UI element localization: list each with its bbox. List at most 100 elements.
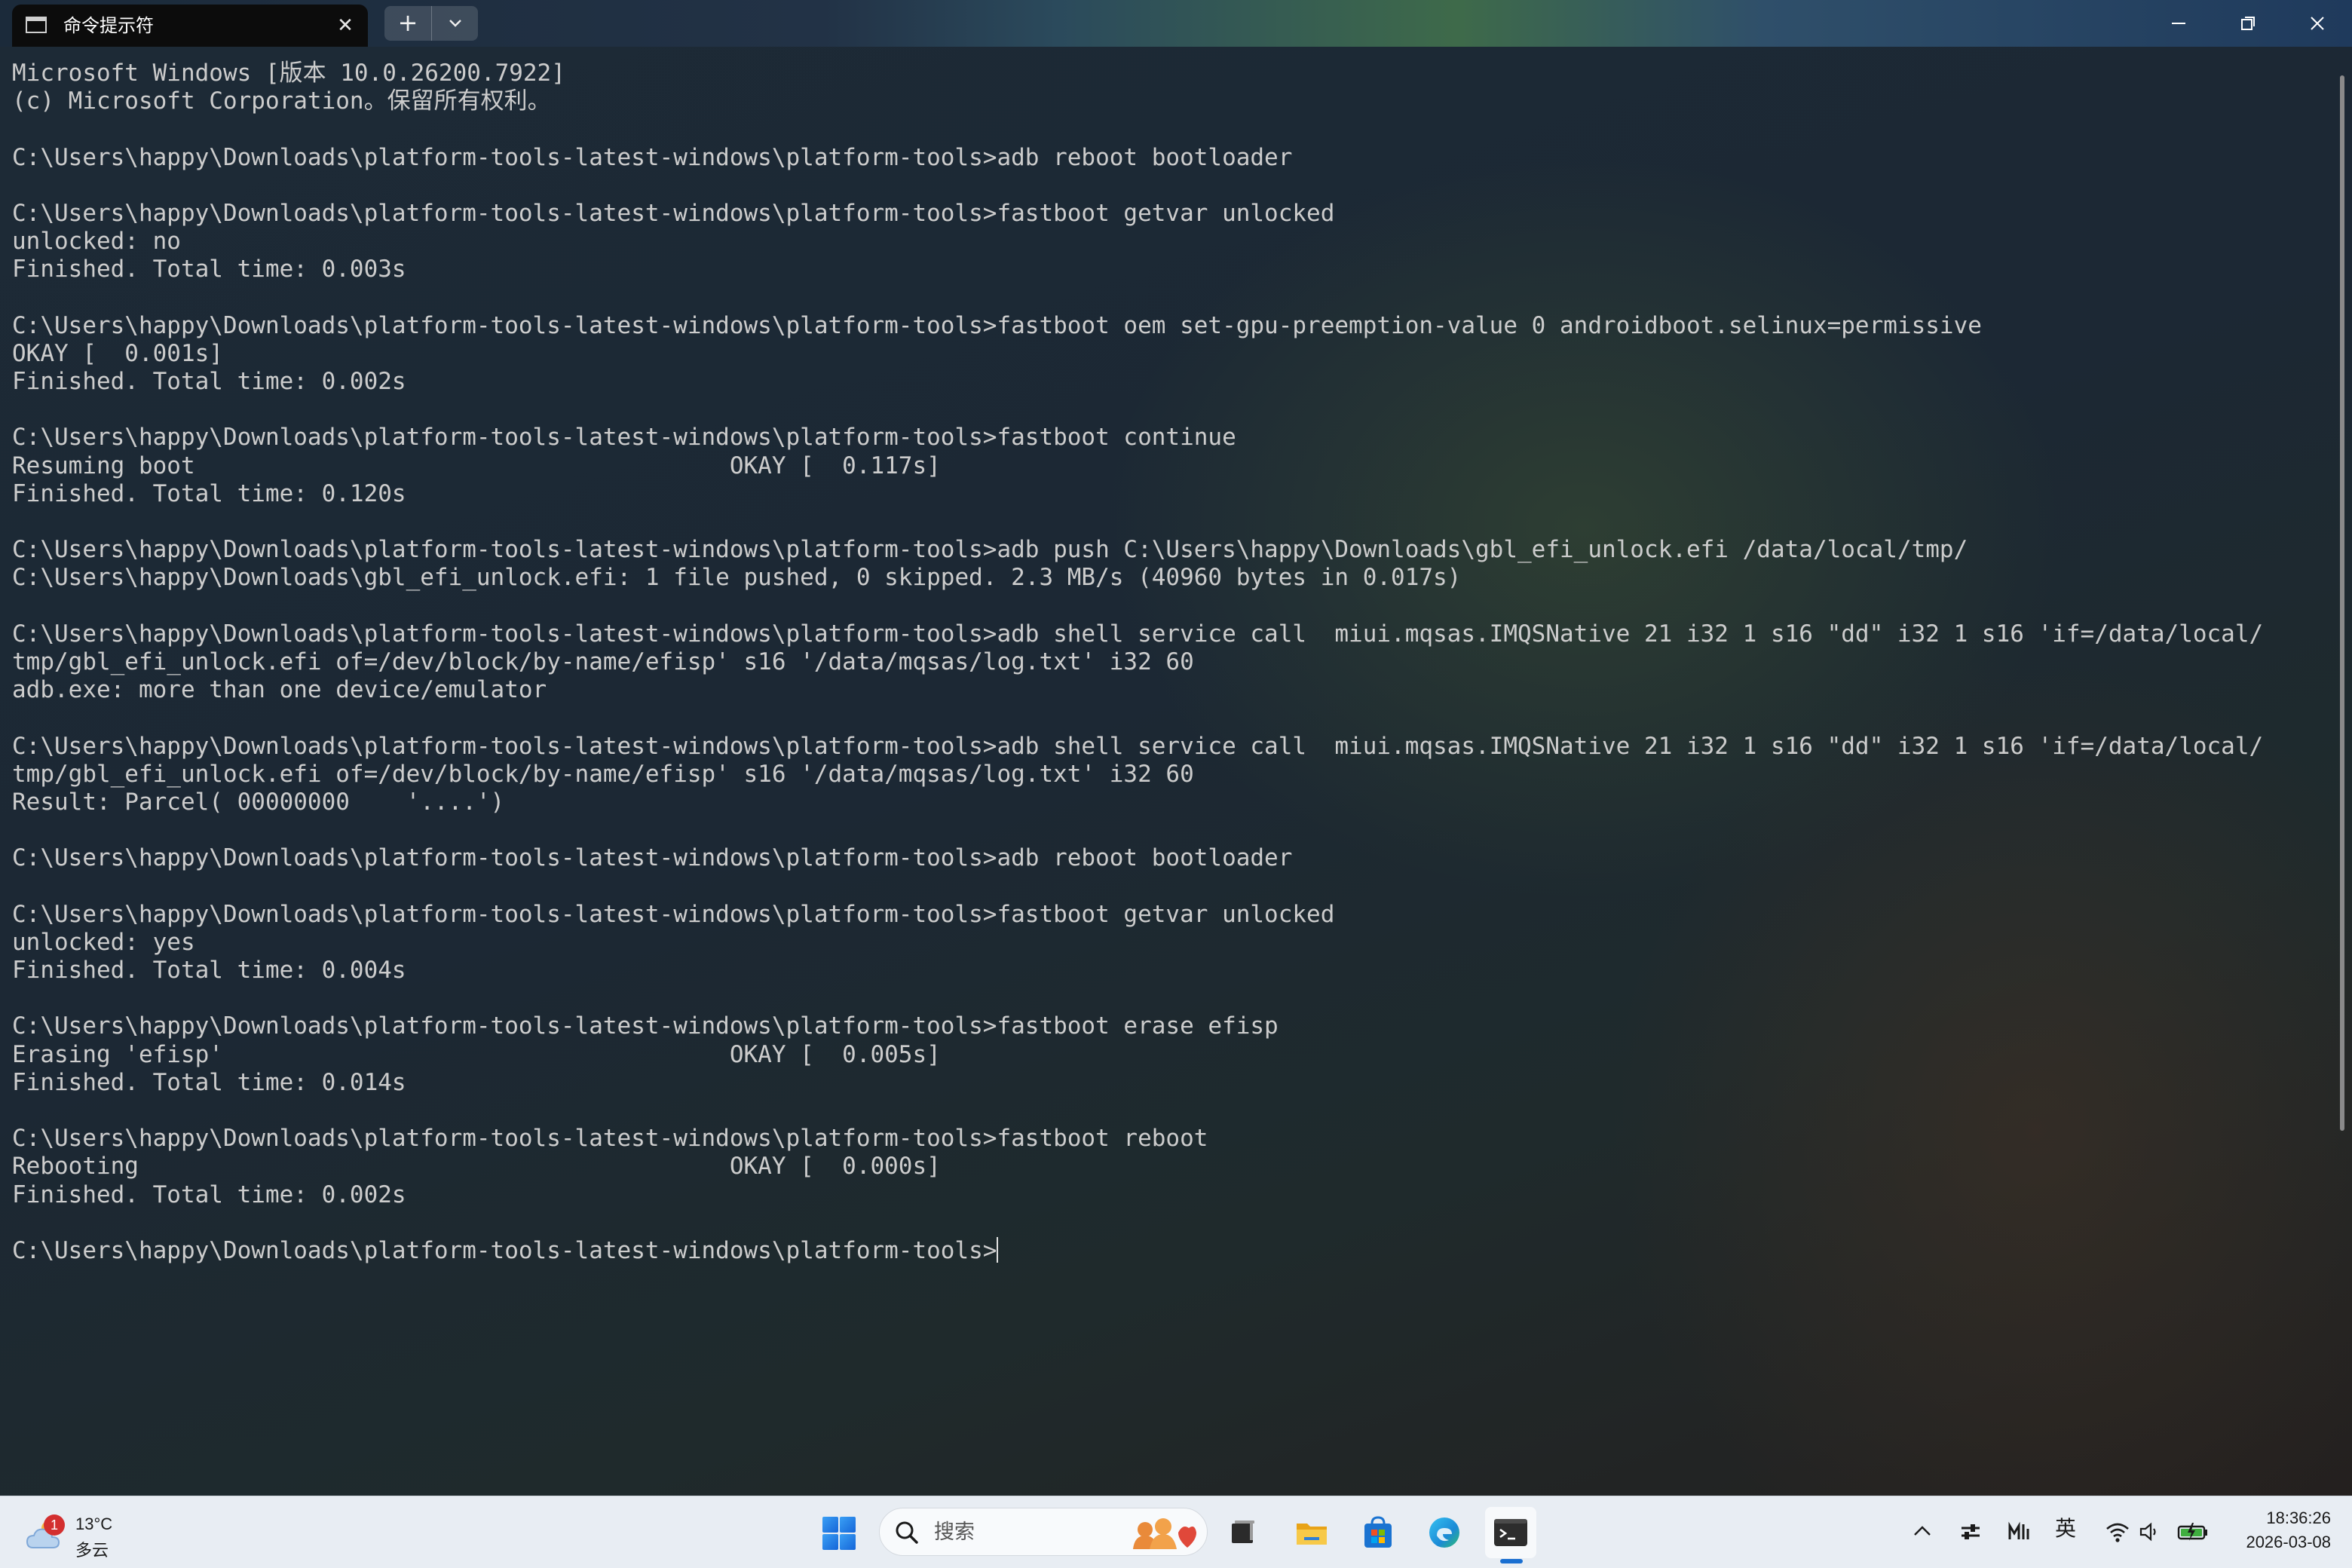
task-view-button[interactable] [1217,1507,1268,1558]
wifi-button[interactable] [2102,1517,2132,1547]
weather-condition: 多云 [75,1542,109,1560]
microsoft-store-button[interactable] [1352,1507,1404,1558]
console-icon [26,17,47,33]
terminal-area[interactable]: Microsoft Windows [版本 10.0.26200.7922] (c… [12,60,2334,1492]
terminal-line: C:\Users\happy\Downloads\platform-tools-… [12,900,1335,928]
clock-date: 2026-03-08 [2246,1533,2331,1551]
wifi-icon [2106,1523,2129,1542]
terminal-output: Microsoft Windows [版本 10.0.26200.7922] (c… [12,60,2334,1265]
weather-temperature: 13°C [75,1514,113,1533]
terminal-line: Finished. Total time: 0.002s [12,1181,406,1208]
title-bar[interactable]: 命令提示符 ✕ + [0,0,2352,47]
taskbar: 1 13°C 多云 搜索 [0,1496,2352,1568]
tray-switch-button[interactable] [1955,1517,1986,1547]
edge-icon [1429,1517,1459,1548]
minimize-button[interactable] [2144,0,2213,47]
terminal-line: adb.exe: more than one device/emulator [12,676,547,704]
terminal-line: (c) Microsoft Corporation。保留所有权利。 [12,87,551,115]
switch-icon [1962,1524,1980,1539]
windows-logo-icon [822,1517,856,1550]
terminal-line: C:\Users\happy\Downloads\platform-tools-… [12,311,1982,339]
search-icon [896,1521,918,1544]
terminal-icon [1494,1519,1527,1546]
chevron-up-icon [1914,1526,1931,1536]
text-cursor [997,1236,999,1263]
start-button[interactable] [822,1516,856,1551]
terminal-line: Finished. Total time: 0.014s [12,1068,406,1096]
terminal-line: Microsoft Windows [版本 10.0.26200.7922] [12,60,565,87]
terminal-line: unlocked: yes [12,928,195,956]
terminal-line: C:\Users\happy\Downloads\platform-tools-… [12,844,1293,872]
file-explorer-button[interactable] [1286,1507,1337,1558]
new-tab-button[interactable]: + [384,6,431,41]
tray-overflow-button[interactable] [1907,1517,1937,1547]
active-app-indicator [1500,1559,1523,1563]
battery-button[interactable] [2174,1517,2212,1547]
store-icon [1364,1516,1392,1548]
notification-badge: 1 [44,1514,65,1536]
terminal-line: Result: Parcel( 00000000 '....') [12,788,505,816]
terminal-line: unlocked: no [12,228,181,256]
volume-icon [2139,1522,2156,1542]
taskview-icon [1232,1521,1254,1543]
search-highlight-icon [1133,1518,1196,1549]
terminal-taskbar-button[interactable] [1485,1507,1536,1558]
close-window-button[interactable] [2283,0,2352,47]
tab-command-prompt[interactable]: 命令提示符 ✕ [12,5,368,47]
terminal-line: C:\Users\happy\Downloads\gbl_efi_unlock.… [12,564,1462,592]
terminal-line: Resuming boot OKAY [ 0.117s] [12,452,941,479]
ime-language-label[interactable]: 英 [2055,1514,2076,1544]
weather-widget[interactable]: 1 13°C 多云 [21,1504,134,1561]
restore-button[interactable] [2213,0,2283,47]
tab-controls: + [384,6,478,41]
volume-button[interactable] [2135,1517,2165,1547]
minimize-icon [2172,23,2185,24]
terminal-line: Finished. Total time: 0.004s [12,957,406,984]
restore-icon [2241,17,2255,30]
taskbar-search-box[interactable]: 搜索 [879,1508,1208,1556]
edge-browser-button[interactable] [1419,1507,1470,1558]
terminal-line: tmp/gbl_efi_unlock.efi of=/dev/block/by-… [12,648,1194,675]
tab-close-button[interactable]: ✕ [332,12,359,39]
tab-title: 命令提示符 [63,15,154,36]
terminal-line: C:\Users\happy\Downloads\platform-tools-… [12,199,1335,227]
terminal-line: Finished. Total time: 0.120s [12,479,406,507]
battery-charging-icon [2177,1523,2207,1541]
search-placeholder: 搜索 [934,1521,975,1544]
terminal-line: C:\Users\happy\Downloads\platform-tools-… [12,620,2264,648]
terminal-prompt-line[interactable]: C:\Users\happy\Downloads\platform-tools-… [12,1236,2334,1265]
terminal-line: C:\Users\happy\Downloads\platform-tools-… [12,143,1293,171]
terminal-line: Rebooting OKAY [ 0.000s] [12,1153,941,1181]
terminal-line: C:\Users\happy\Downloads\platform-tools-… [12,732,2264,760]
chevron-down-icon [449,20,461,27]
file-explorer-icon [1297,1524,1327,1545]
ime-mode-icon [2008,1521,2029,1539]
terminal-line: Erasing 'efisp' OKAY [ 0.005s] [12,1040,941,1068]
clock-time: 18:36:26 [2266,1508,2331,1527]
ime-mode-button[interactable] [2004,1517,2034,1547]
system-clock[interactable]: 18:36:26 2026-03-08 [2224,1506,2331,1554]
terminal-line: C:\Users\happy\Downloads\platform-tools-… [12,424,1236,452]
scrollbar[interactable] [2340,75,2344,1131]
terminal-prompt: C:\Users\happy\Downloads\platform-tools-… [12,1236,997,1264]
terminal-line: C:\Users\happy\Downloads\platform-tools-… [12,536,1968,564]
terminal-line: tmp/gbl_efi_unlock.efi of=/dev/block/by-… [12,760,1194,788]
tab-dropdown-button[interactable] [431,6,478,41]
terminal-line: Finished. Total time: 0.003s [12,256,406,283]
terminal-line: C:\Users\happy\Downloads\platform-tools-… [12,1125,1208,1153]
close-icon [2311,17,2324,30]
desktop: 命令提示符 ✕ + Microsoft Windows [版本 10.0.262… [0,0,2352,1568]
terminal-line: Finished. Total time: 0.002s [12,368,406,396]
terminal-line: C:\Users\happy\Downloads\platform-tools-… [12,1012,1279,1040]
